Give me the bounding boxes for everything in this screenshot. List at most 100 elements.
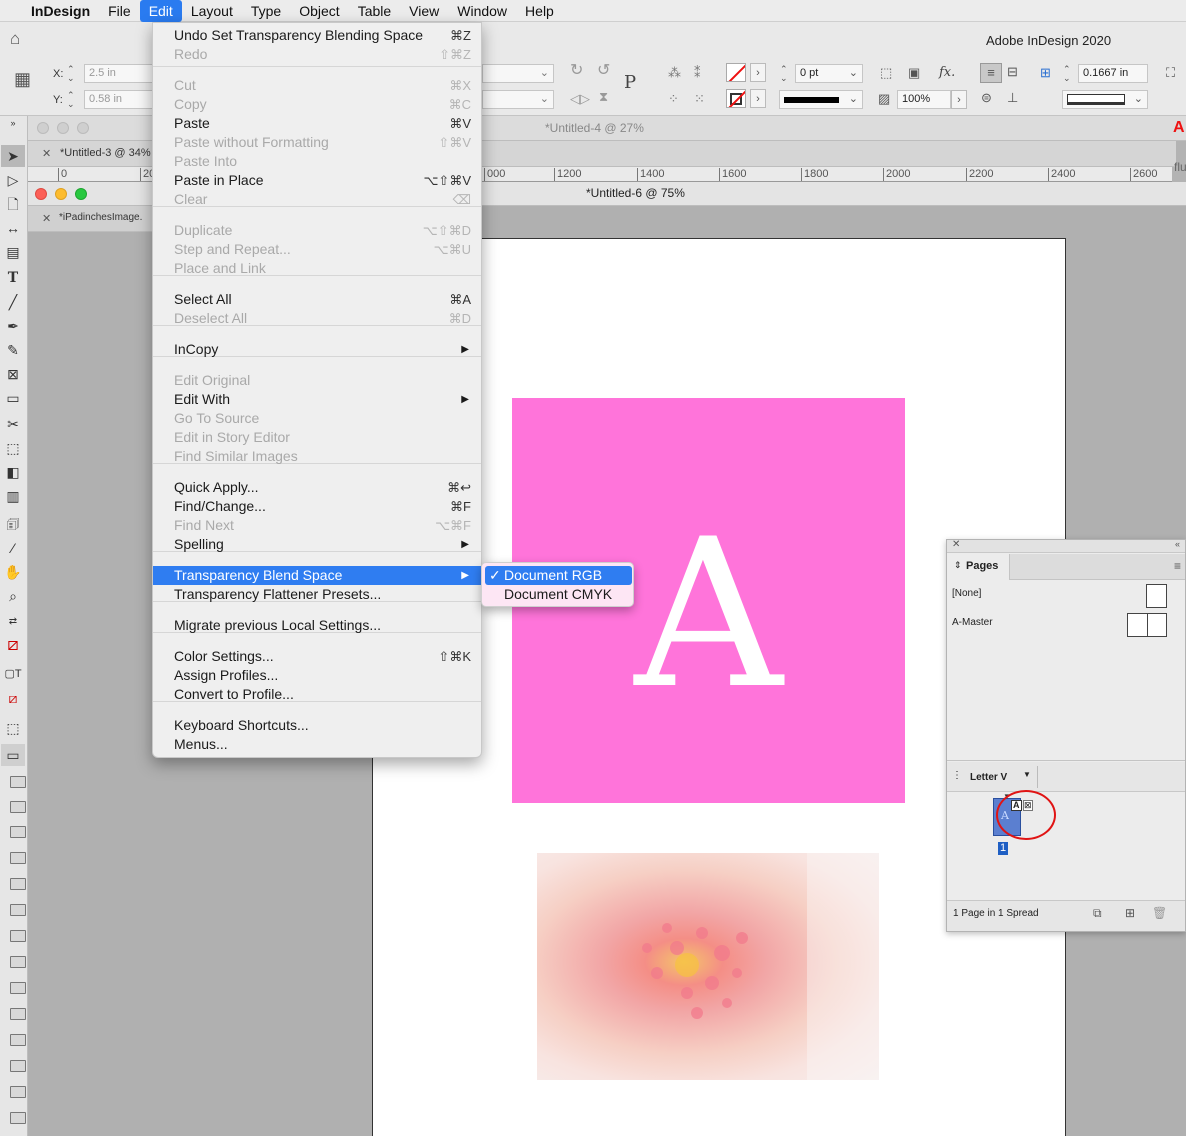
menu-item-transparency-flattener-presets[interactable]: Transparency Flattener Presets...	[153, 585, 481, 604]
panel-options-icon[interactable]: ⛶	[1166, 64, 1175, 82]
menu-item-assign-profiles[interactable]: Assign Profiles...	[153, 666, 481, 685]
select-container-icon[interactable]: ⁂	[668, 64, 681, 82]
rectangle-tool-icon[interactable]: ▭	[1, 387, 25, 409]
zoom-tool-icon[interactable]: ⌕	[1, 585, 25, 607]
menu-item-transparency-blend-space[interactable]: Transparency Blend Space ▶	[153, 566, 481, 585]
menu-edit[interactable]: Edit	[139, 0, 182, 22]
folder-icon[interactable]	[10, 1060, 26, 1072]
rectangle-frame-tool-icon[interactable]: ⊠	[1, 363, 25, 385]
wrap-bounding-icon[interactable]: ⊟	[1007, 63, 1018, 81]
gap-tool-icon[interactable]: ↔	[1, 217, 25, 239]
stroke-weight-field[interactable]: 0 pt ⌄	[795, 64, 863, 83]
folder-icon[interactable]	[10, 852, 26, 864]
page-tool-icon[interactable]: 🗋	[1, 193, 25, 215]
minimize-button[interactable]	[57, 122, 69, 134]
none-master-thumb[interactable]	[1146, 584, 1167, 608]
folder-icon[interactable]	[10, 1008, 26, 1020]
wrap-none-icon[interactable]: ≡	[980, 63, 1002, 83]
select-content-icon[interactable]: ⁘	[668, 90, 679, 108]
select-previous-icon[interactable]: ⁑	[694, 64, 701, 82]
folder-icon[interactable]	[10, 878, 26, 890]
menu-item-redo[interactable]: Redo ⇧⌘Z	[153, 45, 481, 64]
width-dropdown-icon[interactable]: ⌄	[540, 65, 549, 82]
menu-item-edit-with[interactable]: Edit With ▶	[153, 390, 481, 409]
pen-tool-icon[interactable]: ✒	[1, 315, 25, 337]
drop-shadow-icon[interactable]: ▣	[908, 64, 920, 82]
collapse-toolbar-icon[interactable]: »	[1, 118, 25, 128]
effects-icon[interactable]: fx.	[939, 65, 955, 80]
close-panel-icon[interactable]: ✕	[952, 539, 960, 550]
x-stepper-icon[interactable]: ⌃ ⌄	[67, 65, 75, 83]
menu-item-color-settings[interactable]: Color Settings... ⇧⌘K	[153, 647, 481, 666]
hand-tool-icon[interactable]: ✋	[1, 561, 25, 583]
type-tool-icon[interactable]: T	[1, 267, 25, 289]
scissors-tool-icon[interactable]: ✂	[1, 413, 25, 435]
folder-icon[interactable]	[10, 1034, 26, 1046]
fill-chevron-icon[interactable]: ›	[750, 63, 766, 82]
menu-item-convert-to-profile[interactable]: Convert to Profile...	[153, 685, 481, 704]
close-button[interactable]	[35, 188, 47, 200]
opacity-field[interactable]: 100%	[897, 90, 951, 109]
rotate-cw-icon[interactable]: ↻	[570, 62, 583, 80]
y-field[interactable]: 0.58 in	[84, 90, 154, 109]
menu-item-undo-set-transparency-blending-space[interactable]: Undo Set Transparency Blending Space ⌘Z	[153, 26, 481, 45]
doc-tab-ipad[interactable]: ✕ *iPadinchesImage.	[28, 206, 154, 232]
wrap-jump-icon[interactable]: ⊥	[1007, 89, 1018, 107]
menu-window[interactable]: Window	[448, 0, 516, 22]
letter-a-text-frame[interactable]: A	[512, 500, 905, 730]
corner-options-icon[interactable]: ⬚	[880, 64, 892, 82]
folder-icon[interactable]	[10, 930, 26, 942]
swap-fill-stroke-icon[interactable]: ⇄	[1, 611, 25, 633]
spacing-stepper-icon[interactable]: ⌃ ⌄	[1063, 65, 1071, 83]
x-field[interactable]: 2.5 in	[84, 64, 154, 83]
menu-item-migrate-previous-local-settings[interactable]: Migrate previous Local Settings...	[153, 616, 481, 635]
edit-page-size-icon[interactable]: ⧉	[1093, 906, 1102, 921]
menu-item-quick-apply[interactable]: Quick Apply... ⌘↩	[153, 478, 481, 497]
delete-page-icon[interactable]: 🗑	[1152, 906, 1167, 920]
free-transform-tool-icon[interactable]: ⬚	[1, 437, 25, 459]
stroke-swatch[interactable]	[726, 89, 746, 108]
collapse-panel-icon[interactable]: «	[1175, 539, 1180, 549]
new-page-icon[interactable]: ⊞	[1125, 906, 1135, 920]
menu-item-paste-without-formatting[interactable]: Paste without Formatting ⇧⌘V	[153, 133, 481, 152]
zoom-button[interactable]	[77, 122, 89, 134]
stroke-weight-dropdown-icon[interactable]: ⌄	[849, 65, 858, 82]
selection-tool-icon[interactable]: ➤	[1, 145, 25, 167]
type-on-path-icon[interactable]: P	[624, 72, 636, 93]
menu-layout[interactable]: Layout	[182, 0, 242, 22]
folder-icon[interactable]	[10, 1112, 26, 1124]
menu-item-step-and-repeat[interactable]: Step and Repeat... ⌥⌘U	[153, 240, 481, 259]
page-number-label[interactable]: 1	[998, 842, 1009, 855]
panel-menu-icon[interactable]: ≡	[1174, 559, 1181, 573]
height-dropdown-icon[interactable]: ⌄	[540, 91, 549, 108]
y-stepper-icon[interactable]: ⌃ ⌄	[67, 91, 75, 109]
folder-icon[interactable]	[10, 1086, 26, 1098]
menu-item-paste-into[interactable]: Paste Into	[153, 152, 481, 171]
menu-item-select-all[interactable]: Select All ⌘A	[153, 290, 481, 309]
menu-item-place-and-link[interactable]: Place and Link	[153, 259, 481, 278]
view-mode-icon[interactable]: ▭	[1, 744, 25, 766]
page-size-dropdown-icon[interactable]: ▼	[1023, 770, 1031, 779]
direct-selection-tool-icon[interactable]: ▷	[1, 169, 25, 191]
flower-image-frame[interactable]	[537, 853, 879, 1080]
menu-app[interactable]: InDesign	[22, 0, 99, 22]
menu-type[interactable]: Type	[242, 0, 290, 22]
a-master-label[interactable]: A-Master	[952, 617, 993, 628]
menu-view[interactable]: View	[400, 0, 448, 22]
close-tab-icon[interactable]: ✕	[42, 212, 51, 225]
menu-item-keyboard-shortcuts[interactable]: Keyboard Shortcuts...	[153, 716, 481, 735]
select-next-icon[interactable]: ⁙	[694, 90, 705, 108]
menu-item-incopy[interactable]: InCopy ▶	[153, 340, 481, 359]
minimize-button[interactable]	[55, 188, 67, 200]
wrap-shape-icon[interactable]: ⊜	[981, 89, 992, 107]
folder-icon[interactable]	[10, 982, 26, 994]
menu-object[interactable]: Object	[290, 0, 348, 22]
menu-item-paste-in-place[interactable]: Paste in Place ⌥⇧⌘V	[153, 171, 481, 190]
tab-pages[interactable]: ⇕ Pages	[947, 554, 1010, 580]
note-tool-icon[interactable]: 🗊	[1, 513, 25, 535]
menu-item-duplicate[interactable]: Duplicate ⌥⇧⌘D	[153, 221, 481, 240]
zoom-button[interactable]	[75, 188, 87, 200]
menu-item-edit-original[interactable]: Edit Original	[153, 371, 481, 390]
none-master-label[interactable]: [None]	[952, 588, 981, 599]
apply-none-icon[interactable]: ⧄	[1, 687, 25, 709]
